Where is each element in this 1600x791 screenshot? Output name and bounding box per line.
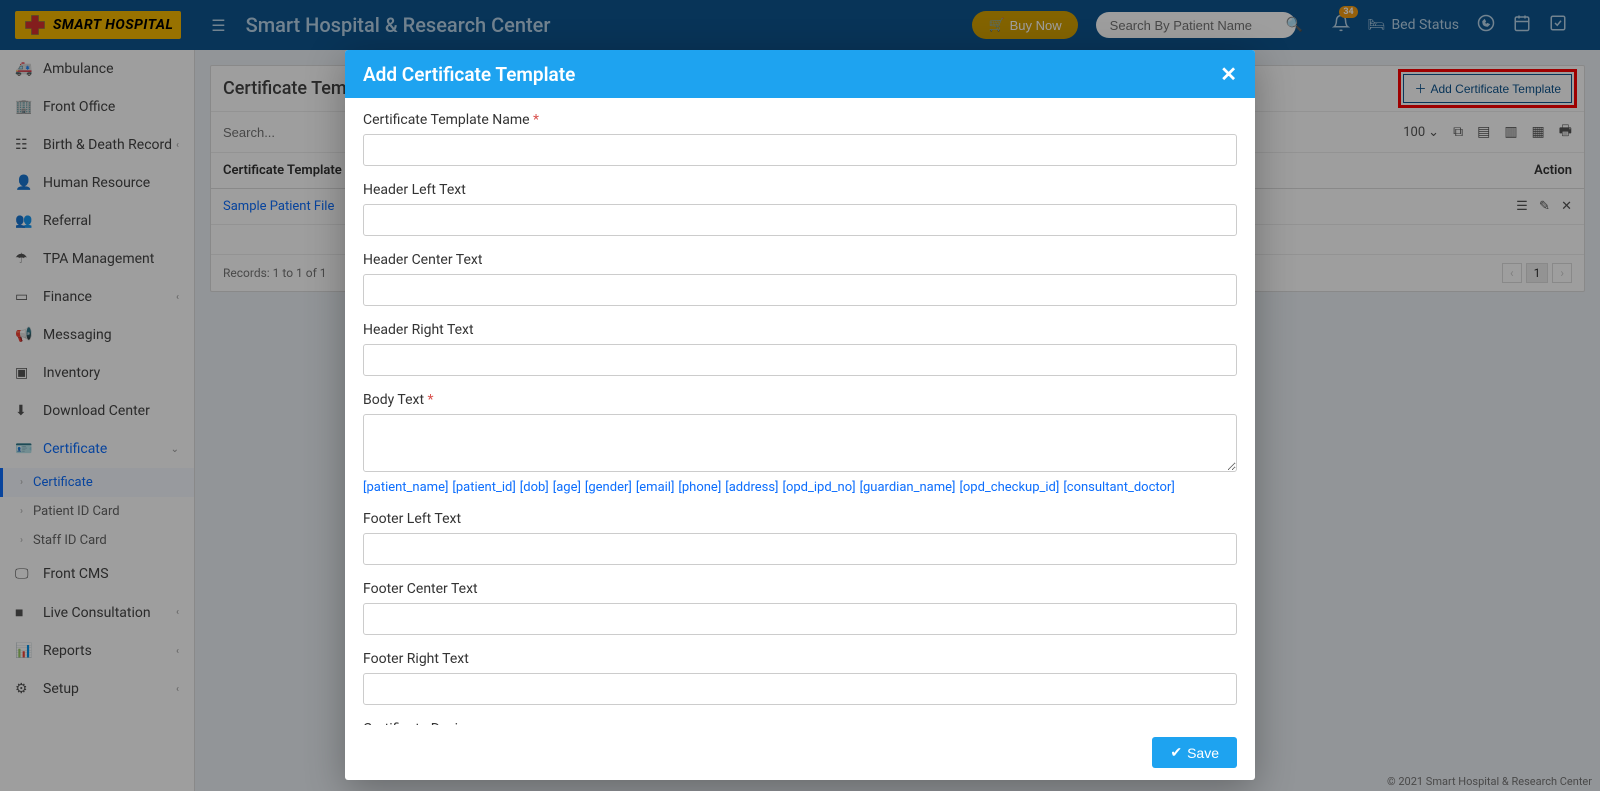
token[interactable]: [gender]	[585, 480, 632, 495]
token[interactable]: [phone]	[678, 480, 721, 495]
label-header-right: Header Right Text	[363, 322, 1237, 338]
modal-footer: ✔ Save	[345, 725, 1255, 780]
token[interactable]: [opd_ipd_no]	[783, 480, 856, 495]
modal-body: Certificate Template Name * Header Left …	[345, 98, 1255, 725]
footer-center-input[interactable]	[363, 603, 1237, 635]
footer-right-input[interactable]	[363, 673, 1237, 705]
token[interactable]: [guardian_name]	[860, 480, 956, 495]
header-center-input[interactable]	[363, 274, 1237, 306]
label-template-name: Certificate Template Name *	[363, 112, 1237, 128]
footer-left-input[interactable]	[363, 533, 1237, 565]
modal-title: Add Certificate Template	[363, 63, 575, 86]
check-circle-icon: ✔	[1170, 744, 1182, 761]
label-footer-center: Footer Center Text	[363, 581, 1237, 597]
save-button[interactable]: ✔ Save	[1152, 737, 1237, 768]
template-name-input[interactable]	[363, 134, 1237, 166]
label-header-center: Header Center Text	[363, 252, 1237, 268]
token[interactable]: [dob]	[520, 480, 549, 495]
label-footer-left: Footer Left Text	[363, 511, 1237, 527]
token[interactable]: [address]	[725, 480, 778, 495]
label-footer-right: Footer Right Text	[363, 651, 1237, 667]
token[interactable]: [patient_name]	[363, 480, 448, 495]
label-body-text: Body Text *	[363, 392, 1237, 408]
modal-header: Add Certificate Template ✕	[345, 50, 1255, 98]
add-certificate-modal: Add Certificate Template ✕ Certificate T…	[345, 50, 1255, 780]
token[interactable]: [patient_id]	[452, 480, 515, 495]
header-right-input[interactable]	[363, 344, 1237, 376]
token[interactable]: [opd_checkup_id]	[959, 480, 1059, 495]
token[interactable]: [age]	[553, 480, 581, 495]
body-tokens: [patient_name] [patient_id] [dob] [age] …	[363, 480, 1237, 495]
token[interactable]: [consultant_doctor]	[1063, 480, 1174, 495]
body-text-input[interactable]	[363, 414, 1237, 472]
label-header-left: Header Left Text	[363, 182, 1237, 198]
header-left-input[interactable]	[363, 204, 1237, 236]
token[interactable]: [email]	[636, 480, 675, 495]
close-icon[interactable]: ✕	[1220, 62, 1237, 86]
